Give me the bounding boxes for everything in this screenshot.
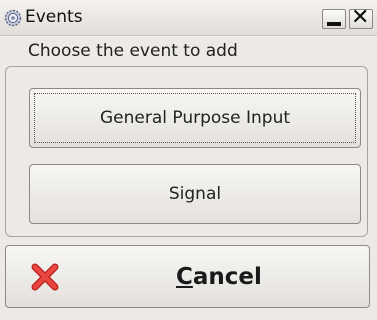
signal-button[interactable]: Signal (29, 164, 361, 224)
minimize-icon (327, 22, 341, 26)
events-dialog: Events ✕ Choose the event to add General… (0, 0, 377, 320)
group-label: Choose the event to add (24, 41, 242, 61)
gear-icon (4, 9, 22, 27)
cancel-label: Cancel (176, 263, 262, 291)
close-button[interactable]: ✕ (349, 5, 373, 30)
general-purpose-input-label: General Purpose Input (99, 108, 291, 128)
close-icon: ✕ (351, 5, 370, 30)
red-x-icon (31, 263, 59, 291)
cancel-label-rest: ancel (192, 264, 262, 290)
title-bar[interactable]: Events ✕ (0, 0, 377, 36)
cancel-mnemonic: C (176, 264, 193, 290)
minimize-button[interactable] (322, 9, 346, 29)
general-purpose-input-button[interactable]: General Purpose Input (29, 88, 361, 148)
signal-label: Signal (168, 184, 222, 204)
window-title: Events (25, 7, 83, 27)
cancel-button[interactable]: Cancel (5, 245, 370, 308)
